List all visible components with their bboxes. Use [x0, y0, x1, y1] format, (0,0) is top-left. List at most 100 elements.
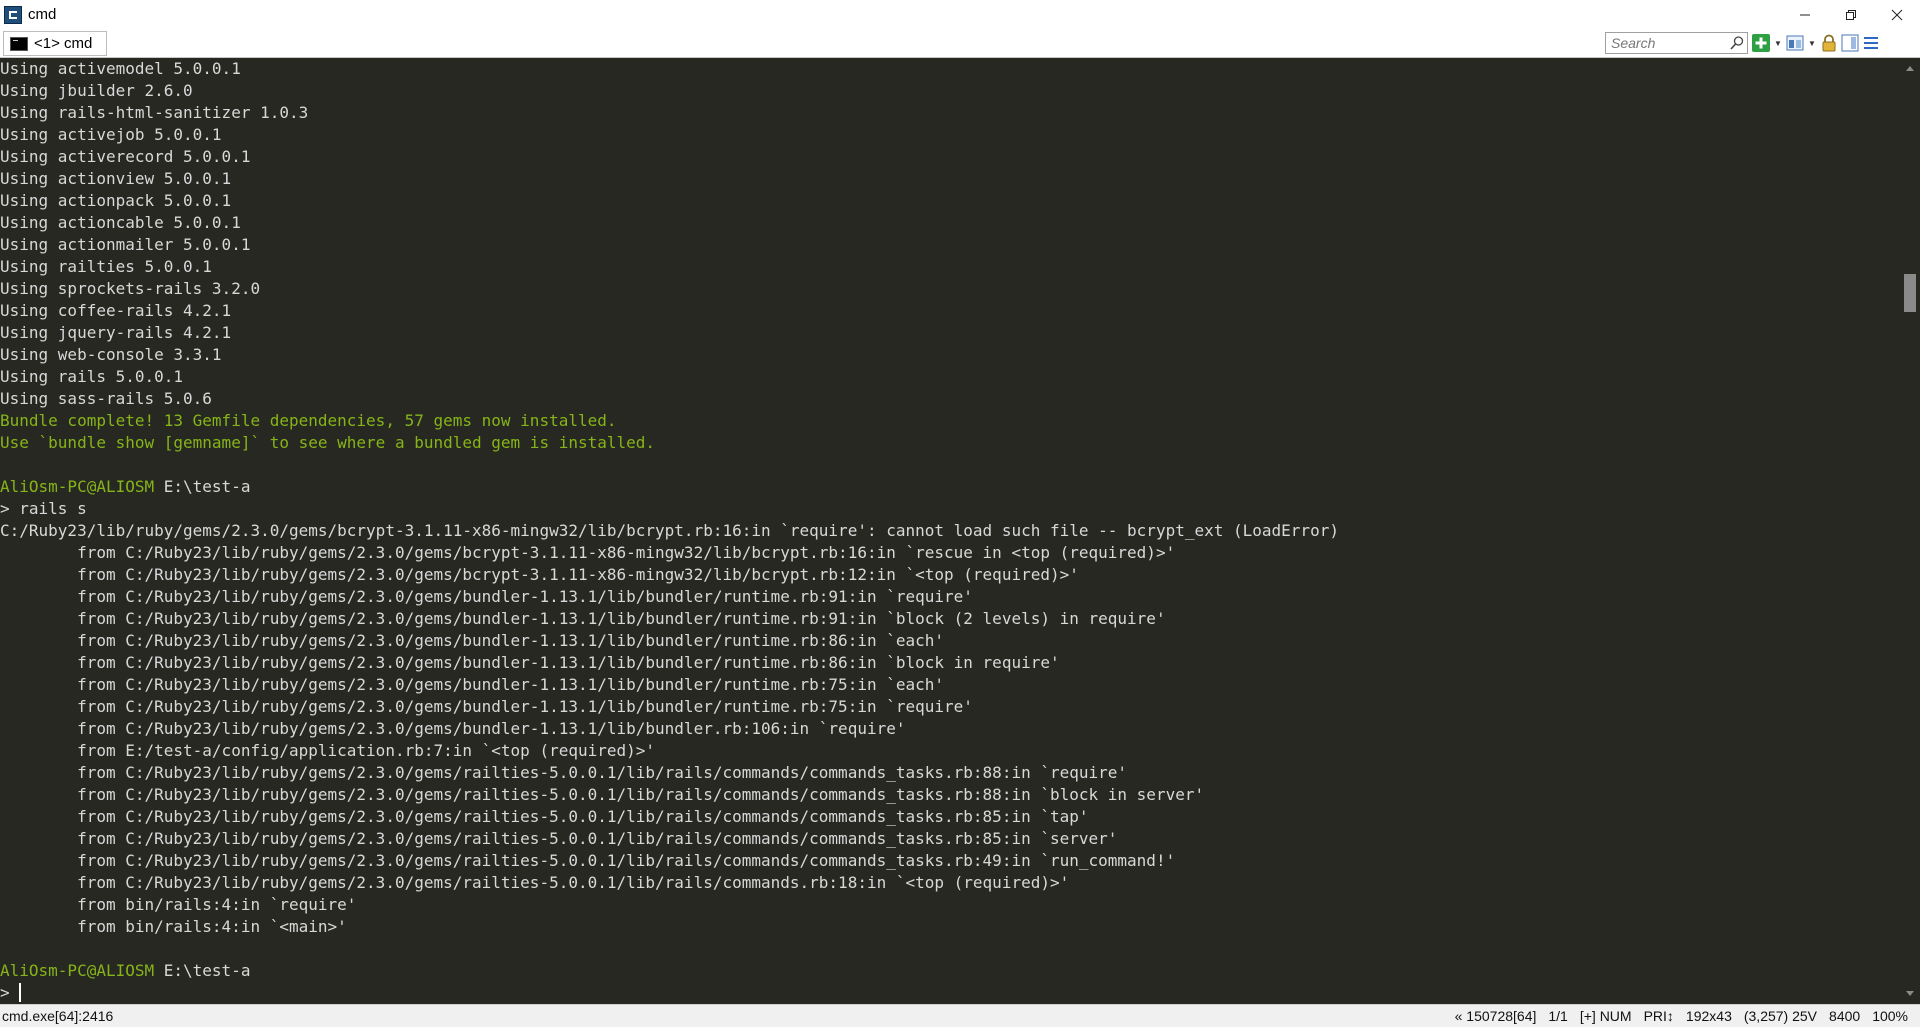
console-line-text: Using jquery-rails 4.2.1 — [0, 323, 232, 342]
restore-button[interactable] — [1828, 0, 1874, 29]
window-title: cmd — [28, 6, 57, 23]
console-line-text: from E:/test-a/config/application.rb:7:i… — [0, 741, 656, 760]
prompt-path: E:\test-a — [154, 961, 251, 980]
console-line-text: from C:/Ruby23/lib/ruby/gems/2.3.0/gems/… — [0, 653, 1060, 672]
search-input[interactable] — [1606, 34, 1729, 52]
console-line: Using railties 5.0.0.1 — [0, 256, 1900, 278]
console-line-text: from C:/Ruby23/lib/ruby/gems/2.3.0/gems/… — [0, 719, 906, 738]
console-line: from C:/Ruby23/lib/ruby/gems/2.3.0/gems/… — [0, 828, 1900, 850]
console-line-text: from C:/Ruby23/lib/ruby/gems/2.3.0/gems/… — [0, 763, 1128, 782]
console-line-text: Using actionpack 5.0.0.1 — [0, 191, 232, 210]
scroll-down-arrow-icon[interactable] — [1906, 991, 1914, 996]
console-line-text: Using activerecord 5.0.0.1 — [0, 147, 251, 166]
input-line[interactable]: > — [0, 982, 1900, 1004]
status-indicators: « 150728[64] 1/1 [+] NUM PRI↕ 192x43 (3,257) … — [1449, 1008, 1914, 1024]
split-view-dropdown-icon[interactable]: ▼ — [1807, 34, 1817, 52]
console-line: Using rails 5.0.0.1 — [0, 366, 1900, 388]
new-console-dropdown-icon[interactable]: ▼ — [1773, 34, 1783, 52]
new-console-icon[interactable] — [1752, 34, 1770, 52]
prompt-user-host: AliOsm-PC@ALIOSM — [0, 961, 155, 980]
status-bar: cmd.exe[64]:2416 « 150728[64] 1/1 [+] NUM P… — [0, 1004, 1920, 1027]
close-button[interactable] — [1874, 0, 1920, 29]
scroll-up-arrow-icon[interactable] — [1906, 66, 1914, 71]
console-line: Using sprockets-rails 3.2.0 — [0, 278, 1900, 300]
minimize-button[interactable] — [1782, 0, 1828, 29]
console-line: Using actioncable 5.0.0.1 — [0, 212, 1900, 234]
console-line: from C:/Ruby23/lib/ruby/gems/2.3.0/gems/… — [0, 674, 1900, 696]
menu-icon[interactable] — [1862, 34, 1880, 52]
restore-icon — [1846, 9, 1856, 20]
console-icon — [10, 36, 28, 51]
tab-label: <1> cmd — [34, 35, 93, 52]
console-line-text: from C:/Ruby23/lib/ruby/gems/2.3.0/gems/… — [0, 851, 1176, 870]
console-output[interactable]: Using activemodel 5.0.0.1 Using jbuilder … — [0, 58, 1900, 1004]
console-line: Using activejob 5.0.0.1 — [0, 124, 1900, 146]
console-line: from C:/Ruby23/lib/ruby/gems/2.3.0/gems/… — [0, 652, 1900, 674]
console-line: C:/Ruby23/lib/ruby/gems/2.3.0/gems/bcryp… — [0, 520, 1900, 542]
console-line: Using activerecord 5.0.0.1 — [0, 146, 1900, 168]
console-line-text: Bundle complete! 13 Gemfile dependencies… — [0, 411, 617, 430]
status-process: cmd.exe[64]:2416 — [2, 1008, 114, 1024]
close-icon — [1891, 9, 1903, 20]
console-line: Using jquery-rails 4.2.1 — [0, 322, 1900, 344]
prompt-path: E:\test-a — [154, 477, 251, 496]
app-icon[interactable] — [4, 5, 22, 24]
console-line: from C:/Ruby23/lib/ruby/gems/2.3.0/gems/… — [0, 564, 1900, 586]
search-box[interactable] — [1605, 32, 1748, 54]
window-controls — [1782, 0, 1920, 29]
console-line: from E:/test-a/config/application.rb:7:i… — [0, 740, 1900, 762]
console-line: from C:/Ruby23/lib/ruby/gems/2.3.0/gems/… — [0, 696, 1900, 718]
console-line: from C:/Ruby23/lib/ruby/gems/2.3.0/gems/… — [0, 718, 1900, 740]
tab-cmd[interactable]: <1> cmd — [3, 31, 107, 56]
console-line: > rails s — [0, 498, 1900, 520]
console-line-text: from bin/rails:4:in `require' — [0, 895, 357, 914]
console-line-text: Using rails-html-sanitizer 1.0.3 — [0, 103, 309, 122]
status-item: (3,257) 25V — [1743, 1008, 1818, 1024]
console-line: Using rails-html-sanitizer 1.0.3 — [0, 102, 1900, 124]
console-line-text: from C:/Ruby23/lib/ruby/gems/2.3.0/gems/… — [0, 565, 1079, 584]
scrollbar-thumb[interactable] — [1904, 274, 1916, 312]
console-line: Using actionpack 5.0.0.1 — [0, 190, 1900, 212]
console-line-text: from C:/Ruby23/lib/ruby/gems/2.3.0/gems/… — [0, 829, 1118, 848]
toolbar-icons: ▼ ▼ — [1752, 32, 1880, 54]
status-item: 192x43 — [1685, 1008, 1732, 1024]
console-line-text: from C:/Ruby23/lib/ruby/gems/2.3.0/gems/… — [0, 609, 1166, 628]
console-line-text: Using actioncable 5.0.0.1 — [0, 213, 241, 232]
console-line: Using jbuilder 2.6.0 — [0, 80, 1900, 102]
console-line: from C:/Ruby23/lib/ruby/gems/2.3.0/gems/… — [0, 850, 1900, 872]
console-line-text: Use `bundle show [gemname]` to see where… — [0, 433, 656, 452]
prompt-line: AliOsm-PC@ALIOSM E:\test-a — [0, 960, 1900, 982]
console-line: from C:/Ruby23/lib/ruby/gems/2.3.0/gems/… — [0, 542, 1900, 564]
split-view-icon[interactable] — [1786, 34, 1804, 52]
text-cursor — [19, 983, 22, 1002]
lock-icon[interactable] — [1820, 34, 1838, 52]
console-line: Using activemodel 5.0.0.1 — [0, 58, 1900, 80]
console-line: Using coffee-rails 4.2.1 — [0, 300, 1900, 322]
console-line: from bin/rails:4:in `require' — [0, 894, 1900, 916]
console-line-text: Using actionview 5.0.0.1 — [0, 169, 232, 188]
prompt-user-host: AliOsm-PC@ALIOSM — [0, 477, 155, 496]
search-icon[interactable] — [1729, 35, 1745, 51]
console-line-text: from C:/Ruby23/lib/ruby/gems/2.3.0/gems/… — [0, 873, 1070, 892]
console-line: Using actionmailer 5.0.0.1 — [0, 234, 1900, 256]
status-item: PRI↕ — [1643, 1008, 1674, 1024]
console-line-text: Using web-console 3.3.1 — [0, 345, 222, 364]
console-line-text: > — [0, 983, 20, 1002]
console-line: Use `bundle show [gemname]` to see where… — [0, 432, 1900, 454]
console-line: Using sass-rails 5.0.6 — [0, 388, 1900, 410]
status-item: [+] NUM — [1579, 1008, 1632, 1024]
console-line-text: from C:/Ruby23/lib/ruby/gems/2.3.0/gems/… — [0, 675, 945, 694]
console-line-text: Using actionmailer 5.0.0.1 — [0, 235, 251, 254]
console-line: Using web-console 3.3.1 — [0, 344, 1900, 366]
console-line-text: Using rails 5.0.0.1 — [0, 367, 184, 386]
console-line-text: Using coffee-rails 4.2.1 — [0, 301, 232, 320]
console-line-text: Using railties 5.0.0.1 — [0, 257, 212, 276]
panel-toggle-icon[interactable] — [1841, 34, 1859, 52]
console-line-text: from C:/Ruby23/lib/ruby/gems/2.3.0/gems/… — [0, 807, 1089, 826]
console-line: from C:/Ruby23/lib/ruby/gems/2.3.0/gems/… — [0, 630, 1900, 652]
console-line-text: from C:/Ruby23/lib/ruby/gems/2.3.0/gems/… — [0, 587, 973, 606]
console-line: from C:/Ruby23/lib/ruby/gems/2.3.0/gems/… — [0, 806, 1900, 828]
console-line-text: C:/Ruby23/lib/ruby/gems/2.3.0/gems/bcryp… — [0, 521, 1339, 540]
vertical-scrollbar[interactable] — [1900, 58, 1920, 1004]
